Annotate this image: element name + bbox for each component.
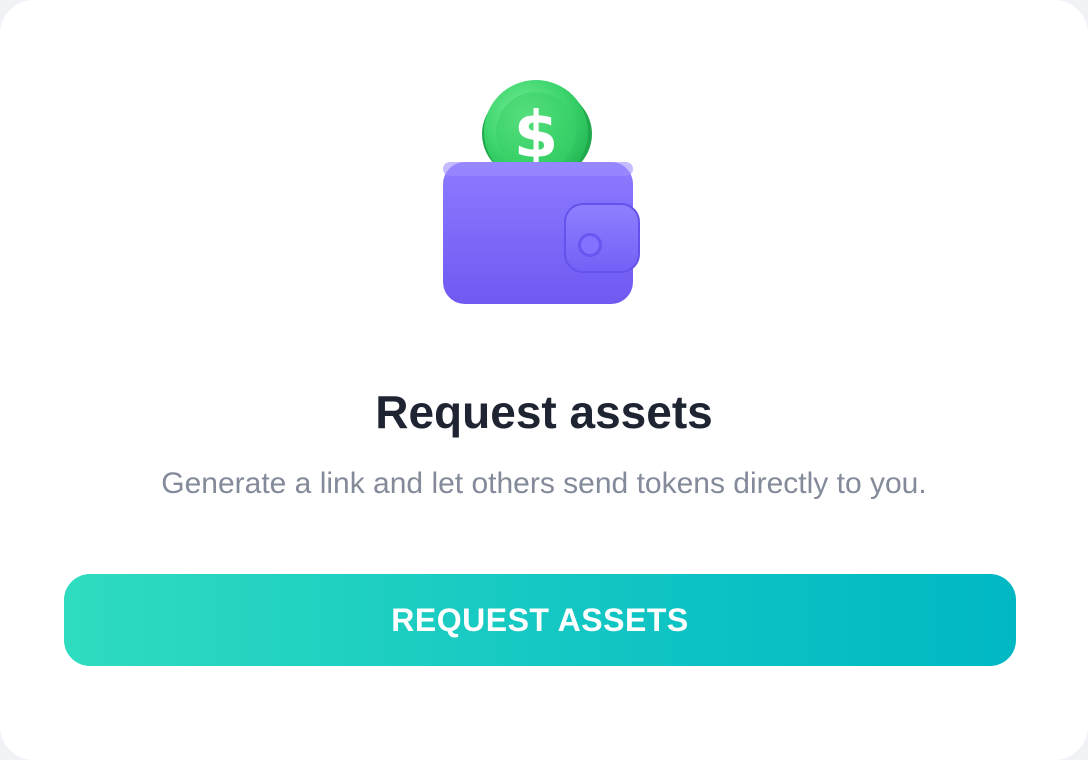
dollar-sign: $ — [514, 99, 559, 173]
description-text: Generate a link and let others send toke… — [161, 467, 927, 500]
page-title: Request assets — [375, 386, 713, 438]
request-assets-card: $ Request assets Generate a link and let… — [0, 0, 1088, 760]
request-assets-button[interactable]: REQUEST ASSETS — [64, 574, 1016, 666]
wallet-coin-icon: $ — [430, 80, 650, 315]
